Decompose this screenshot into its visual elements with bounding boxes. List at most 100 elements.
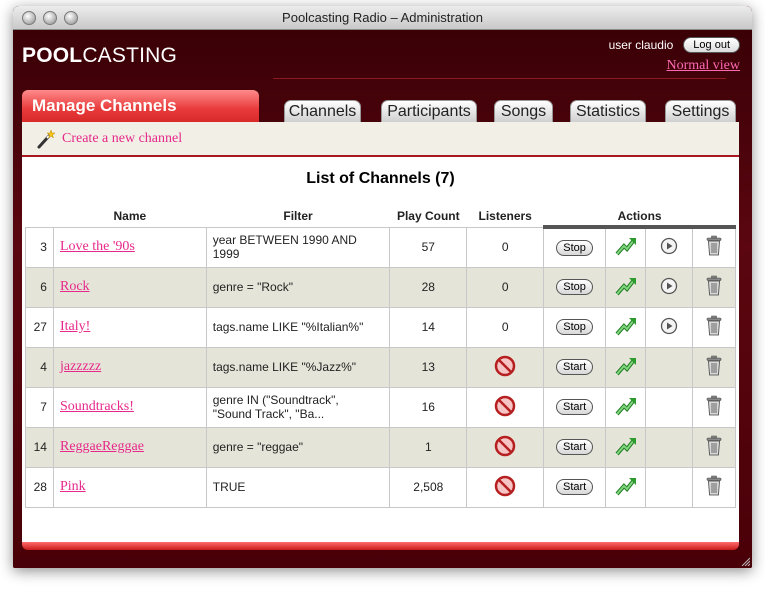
channel-id: 28	[25, 466, 54, 508]
normal-view-link[interactable]: Normal view	[667, 58, 740, 74]
trash-icon[interactable]	[705, 236, 723, 260]
table-row: 3 Love the '90s year BETWEEN 1990 AND 1999 5…	[25, 226, 737, 268]
statistics-chart-icon[interactable]	[615, 477, 637, 500]
channels-panel: Create a new channel List of Channels (7…	[22, 122, 739, 542]
delete-cell	[691, 426, 737, 468]
play-count-cell: 28	[389, 266, 468, 308]
statistics-chart-icon[interactable]	[615, 357, 637, 380]
start-stop-button[interactable]: Stop	[556, 239, 593, 256]
app-logo: POOLCASTING	[22, 44, 178, 67]
play-count-cell: 1	[389, 426, 468, 468]
start-stop-button[interactable]: Start	[555, 359, 594, 375]
column-header-play-count: Play Count	[396, 209, 460, 224]
filter-cell: tags.name LIKE "%Jazz%"	[205, 346, 391, 388]
play-count-cell: 57	[389, 226, 468, 268]
user-area: user claudio Log out	[609, 37, 740, 53]
listeners-cell	[466, 426, 545, 468]
start-stop-cell: Start	[543, 466, 607, 508]
channel-name-link[interactable]: ReggaeReggae	[60, 439, 144, 454]
table-header-row: Name Filter Play Count Listeners Actions	[26, 206, 736, 229]
delete-cell	[691, 346, 737, 388]
play-icon[interactable]	[660, 317, 678, 338]
channel-name-link[interactable]: Pink	[60, 479, 86, 494]
trash-icon[interactable]	[705, 275, 723, 300]
listeners-cell	[466, 386, 545, 428]
tab-channels[interactable]: Channels	[284, 100, 361, 122]
trash-icon[interactable]	[705, 475, 723, 500]
channel-name-link[interactable]: jazzzzz	[60, 359, 101, 374]
channel-name-link[interactable]: Italy!	[60, 319, 90, 334]
stats-cell	[605, 226, 647, 268]
filter-line-2: "Sound Track", "Ba...	[212, 407, 325, 421]
column-header-filter: Filter	[283, 209, 313, 224]
trash-icon[interactable]	[705, 315, 723, 340]
channel-name-link[interactable]: Love the '90s	[60, 239, 135, 254]
channel-id: 3	[25, 226, 54, 268]
table-row: 6 Rock genre = "Rock" 28 0 Stop	[25, 266, 737, 308]
start-stop-button[interactable]: Stop	[556, 279, 593, 295]
column-header-id	[26, 206, 54, 227]
tab-settings[interactable]: Settings	[665, 100, 736, 122]
start-stop-cell: Stop	[543, 226, 607, 268]
trash-icon[interactable]	[705, 435, 723, 460]
listeners-cell: 0	[466, 226, 545, 268]
resize-grip-icon[interactable]	[740, 556, 750, 566]
filter-line-1: genre = "reggae"	[212, 440, 304, 454]
filter-cell: tags.name LIKE "%Italian%"	[205, 306, 391, 348]
channel-name-link[interactable]: Soundtracks!	[60, 399, 134, 414]
statistics-chart-icon[interactable]	[615, 437, 637, 460]
filter-line-2: 1999	[212, 247, 240, 261]
statistics-chart-icon[interactable]	[615, 277, 637, 300]
filter-cell: TRUE	[205, 466, 391, 508]
play-cell	[645, 306, 693, 348]
channel-name-cell: jazzzzz	[52, 346, 207, 388]
tab-statistics[interactable]: Statistics	[570, 100, 646, 122]
magic-wand-icon	[37, 128, 56, 148]
stats-cell	[605, 266, 647, 308]
channel-name-cell: Love the '90s	[52, 226, 207, 268]
start-stop-button[interactable]: Stop	[556, 319, 593, 335]
start-stop-button[interactable]: Start	[555, 399, 594, 415]
play-cell	[645, 346, 693, 388]
trash-icon[interactable]	[705, 395, 723, 420]
stats-cell	[605, 466, 647, 508]
play-icon[interactable]	[660, 238, 678, 258]
trash-icon[interactable]	[705, 355, 723, 380]
channel-id: 7	[25, 386, 54, 428]
statistics-chart-icon[interactable]	[615, 317, 637, 340]
logout-button[interactable]: Log out	[683, 37, 740, 53]
channel-id: 27	[25, 306, 54, 348]
channels-table: Name Filter Play Count Listeners Actions…	[25, 206, 737, 508]
filter-cell: genre = "reggae"	[205, 426, 391, 468]
header-divider	[273, 78, 726, 79]
channel-name-cell: Rock	[52, 266, 207, 308]
not-broadcasting-icon	[494, 475, 516, 500]
play-count-cell: 13	[389, 346, 468, 388]
filter-line-1: genre IN ("Soundtrack",	[212, 393, 339, 407]
channel-name-link[interactable]: Rock	[60, 279, 90, 294]
start-stop-cell: Start	[543, 426, 607, 468]
delete-cell	[691, 466, 737, 508]
play-count-cell: 2,508	[389, 466, 468, 508]
play-icon[interactable]	[660, 277, 678, 298]
tab-participants[interactable]: Participants	[381, 100, 477, 122]
delete-cell	[691, 266, 737, 308]
not-broadcasting-icon	[494, 395, 516, 420]
filter-line-1: genre = "Rock"	[212, 280, 293, 294]
statistics-chart-icon[interactable]	[615, 397, 637, 420]
table-row: 28 Pink TRUE 2,508 Start	[25, 466, 737, 508]
channel-id: 4	[25, 346, 54, 388]
start-stop-button[interactable]: Start	[555, 439, 594, 455]
play-count-cell: 14	[389, 306, 468, 348]
tab-songs[interactable]: Songs	[494, 100, 553, 122]
create-channel-link[interactable]: Create a new channel	[62, 131, 182, 147]
delete-cell	[691, 226, 737, 268]
listeners-cell: 0	[466, 266, 545, 308]
start-stop-cell: Stop	[543, 306, 607, 348]
section-title: Manage Channels	[22, 90, 259, 122]
filter-cell: genre IN ("Soundtrack", "Sound Track", "B…	[205, 386, 391, 428]
list-title: List of Channels (7)	[306, 170, 455, 187]
start-stop-button[interactable]: Start	[555, 479, 594, 495]
statistics-chart-icon[interactable]	[615, 238, 637, 260]
column-header-name: Name	[113, 209, 147, 224]
